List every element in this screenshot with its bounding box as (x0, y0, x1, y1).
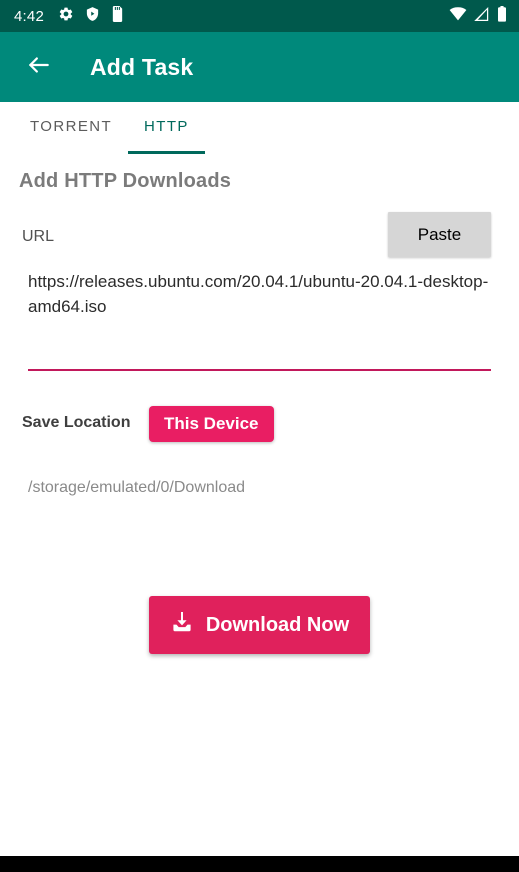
back-arrow-icon (26, 52, 52, 83)
phone-screen: 4:42 Add Task TORRENT HTTP Add HTTP Down… (0, 0, 519, 872)
tab-bar: TORRENT HTTP (0, 102, 519, 158)
content-area: Add HTTP Downloads URL Paste https://rel… (0, 158, 519, 856)
tab-torrent-label: TORRENT (30, 118, 113, 135)
save-path-value: /storage/emulated/0/Download (28, 479, 246, 496)
save-location-label: Save Location (22, 414, 131, 431)
battery-icon (497, 5, 507, 27)
wifi-icon (449, 6, 467, 26)
this-device-button[interactable]: This Device (149, 406, 274, 442)
page-title: Add Task (90, 53, 194, 80)
cell-signal-icon (474, 6, 490, 26)
status-bar: 4:42 (0, 0, 519, 32)
download-icon (170, 610, 194, 640)
url-input-underline (28, 369, 491, 371)
tab-http-label: HTTP (144, 118, 189, 135)
back-button[interactable] (22, 50, 56, 84)
tab-active-indicator (128, 151, 205, 154)
shield-play-icon (85, 6, 100, 27)
status-clock: 4:42 (14, 7, 44, 25)
url-input-value: https://releases.ubuntu.com/20.04.1/ubun… (28, 272, 489, 316)
url-input[interactable]: https://releases.ubuntu.com/20.04.1/ubun… (28, 270, 491, 366)
status-left-icon-group (58, 5, 124, 27)
app-bar: Add Task (0, 32, 519, 102)
sd-card-icon (111, 5, 124, 27)
section-heading: Add HTTP Downloads (19, 170, 232, 192)
download-now-button[interactable]: Download Now (149, 596, 370, 654)
url-label: URL (22, 228, 55, 245)
paste-button[interactable]: Paste (388, 212, 491, 257)
system-navigation-bar (0, 856, 519, 872)
status-right-icon-group (449, 5, 507, 27)
tab-http[interactable]: HTTP (128, 102, 205, 158)
tab-torrent[interactable]: TORRENT (14, 102, 128, 158)
download-now-label: Download Now (205, 613, 350, 636)
gear-icon (58, 6, 74, 27)
